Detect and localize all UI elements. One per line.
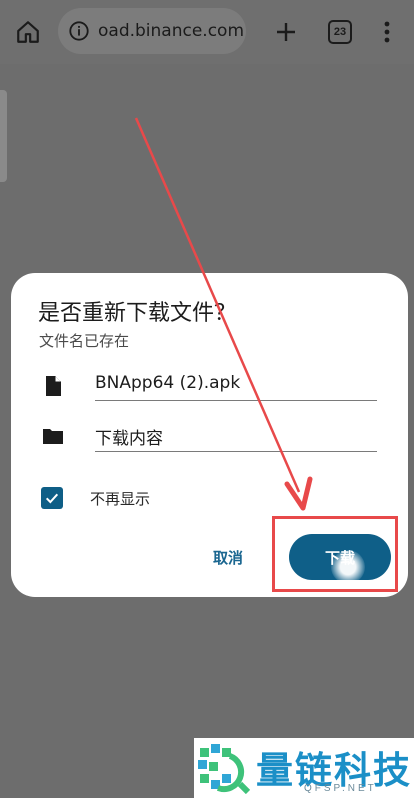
watermark-site: QFSP.NET [304, 783, 377, 794]
watermark: 量链科技 QFSP.NET [194, 738, 414, 798]
annotation-arrow [134, 117, 313, 511]
download-highlight-box [272, 516, 398, 592]
watermark-logo-icon [198, 744, 250, 794]
